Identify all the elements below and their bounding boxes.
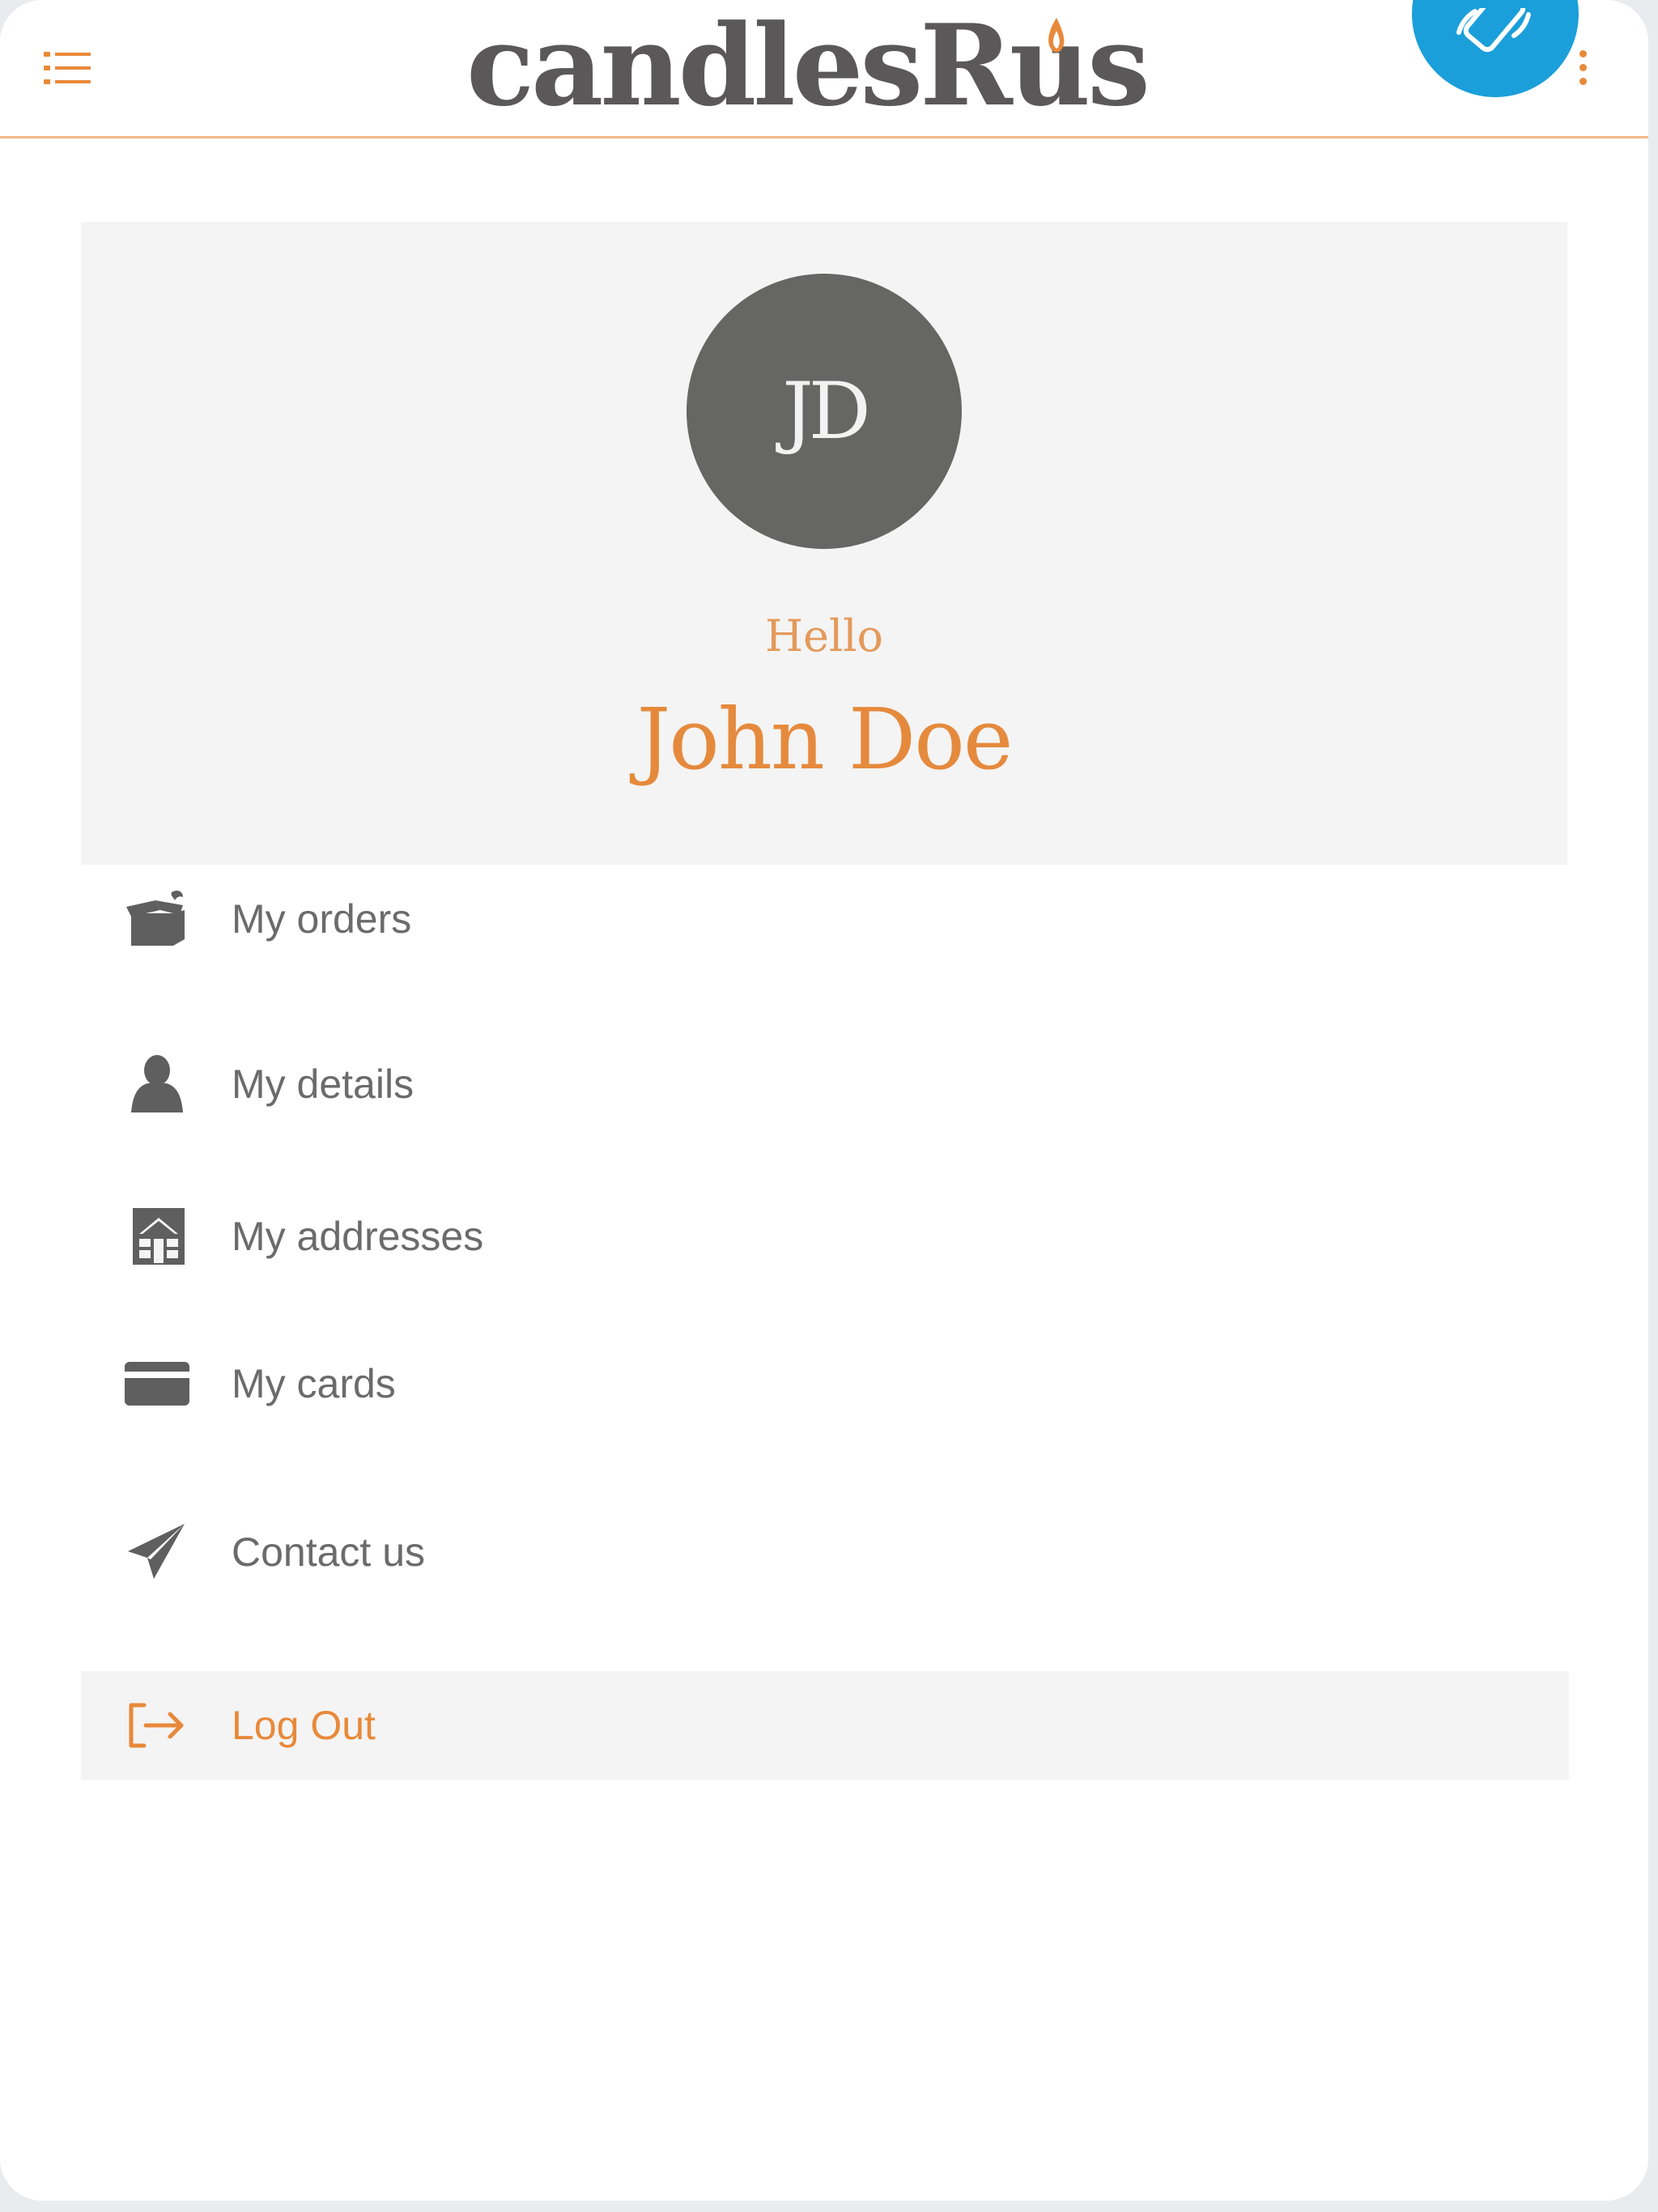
app-screen: candlesRus JD Hello John Doe My orders M… xyxy=(0,0,1648,2201)
user-icon xyxy=(123,1054,191,1114)
menu-item-label: Log Out xyxy=(232,1703,376,1748)
flame-icon xyxy=(1048,18,1065,53)
house-icon xyxy=(123,1206,191,1266)
brand-logo[interactable]: candlesRus xyxy=(405,0,1214,136)
avatar[interactable]: JD xyxy=(687,274,962,549)
logout-icon xyxy=(123,1695,191,1755)
app-header: candlesRus xyxy=(0,0,1648,138)
logout-button[interactable]: Log Out xyxy=(81,1671,1569,1780)
screen-rotate-icon xyxy=(1456,8,1531,53)
menu-item-my-orders[interactable]: My orders xyxy=(81,865,1569,973)
profile-card: JD Hello John Doe xyxy=(81,222,1567,865)
menu-item-label: My cards xyxy=(232,1361,396,1406)
greeting-text: Hello xyxy=(764,610,884,661)
card-icon xyxy=(123,1354,191,1414)
menu-item-contact-us[interactable]: Contact us xyxy=(81,1498,1569,1606)
menu-item-my-cards[interactable]: My cards xyxy=(81,1329,1569,1438)
menu-item-my-details[interactable]: My details xyxy=(81,1030,1569,1138)
box-icon xyxy=(123,889,191,949)
paper-plane-icon xyxy=(123,1522,191,1582)
menu-item-label: My addresses xyxy=(232,1214,484,1259)
list-menu-icon[interactable] xyxy=(42,49,94,87)
menu-item-label: Contact us xyxy=(232,1529,426,1575)
menu-item-my-addresses[interactable]: My addresses xyxy=(81,1182,1569,1291)
kebab-menu-icon[interactable] xyxy=(1577,50,1588,87)
menu-item-label: My orders xyxy=(232,896,412,942)
user-name: John Doe xyxy=(636,690,1014,789)
menu-item-label: My details xyxy=(232,1061,414,1107)
